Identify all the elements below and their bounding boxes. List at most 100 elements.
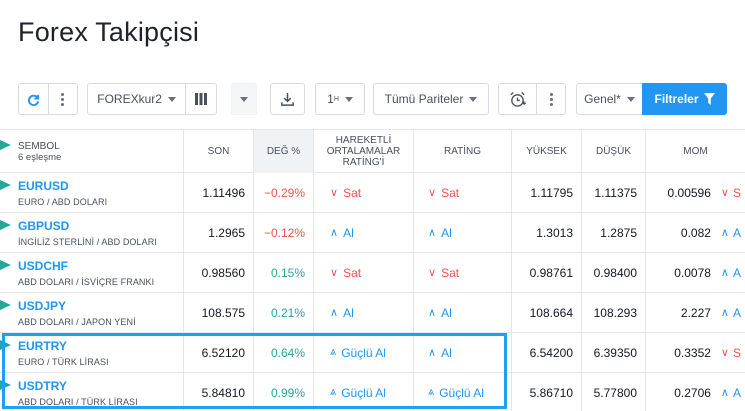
header-rating[interactable]: RATİNG: [413, 130, 511, 173]
header-low[interactable]: DÜŞÜK: [581, 130, 645, 173]
symbol-link[interactable]: USDTRY: [18, 379, 67, 393]
ma-rating: ⩓ Güçlü Al: [313, 333, 413, 372]
low-price: 5.77800: [581, 373, 645, 411]
momentum-signal: S: [732, 345, 741, 360]
chevron-down-icon: [344, 96, 353, 102]
chevron-down-icon: ∨: [720, 347, 729, 359]
chevron-up-icon: ∧: [720, 227, 729, 239]
download-icon: [281, 92, 294, 106]
list-dropdown[interactable]: FOREXkur2: [88, 84, 185, 114]
chevron-down-icon: [240, 96, 248, 102]
momentum-value: 2.227: [680, 305, 711, 320]
preset-dropdown[interactable]: Genel*: [576, 83, 643, 115]
pair-filter-dropdown[interactable]: Tümü Pariteler: [373, 83, 489, 115]
list-selector: FOREXkur2: [87, 83, 217, 115]
symbol-description: İNGİLİZ STERLİNİ / ABD DOLARI: [18, 237, 157, 247]
filters-label: Filtreler: [654, 92, 699, 106]
table-row[interactable]: EURTRY EURO / TÜRK LİRASI 6.52120 0.64% ⩓ Güç…: [0, 333, 745, 373]
symbol-description: EURO / TÜRK LİRASI: [18, 357, 109, 367]
momentum: 0.00596 ∨ S: [645, 173, 745, 212]
momentum: 0.0078 ∧ A: [645, 253, 745, 292]
chevron-up-icon: ∧: [428, 227, 437, 239]
low-price: 1.2875: [581, 213, 645, 252]
low-price: 6.39350: [581, 333, 645, 372]
symbol-description: ABD DOLARI / İSVİÇRE FRANKI: [18, 277, 155, 287]
momentum-signal: S: [732, 185, 741, 200]
symbol-description: ABD DOLARI / TÜRK LİRASI: [18, 397, 138, 407]
chevron-down-icon: ∨: [428, 187, 437, 199]
rating: ∧ Al: [413, 213, 511, 252]
momentum-signal: A: [732, 305, 741, 320]
filter-funnel-icon: [703, 93, 715, 105]
change-percent: 0.64%: [253, 333, 313, 372]
header-mom[interactable]: MOM: [645, 130, 745, 173]
table-row[interactable]: USDJPY ABD DOLARI / JAPON YENİ 108.575 0.21…: [0, 293, 745, 333]
chevron-up-icon: ∧: [720, 307, 729, 319]
columns-icon[interactable]: [186, 84, 216, 114]
momentum: 0.2706 ∧ A: [645, 373, 745, 411]
low-price: 1.11375: [581, 173, 645, 212]
rating: ∧ Al: [413, 293, 511, 332]
rating-label: Sat: [441, 265, 460, 280]
symbol-link[interactable]: EURTRY: [18, 339, 67, 353]
header-ma-rating-line1: HAREKETLİ: [335, 135, 392, 146]
momentum-signal: A: [732, 265, 741, 280]
header-symbol-label: SEMBOL: [18, 141, 60, 152]
low-price: 0.98400: [581, 253, 645, 292]
header-last[interactable]: SON: [183, 130, 253, 173]
header-ma-rating[interactable]: HAREKETLİ ORTALAMALAR RATİNG'İ: [313, 130, 413, 173]
rating: ∨ Sat: [413, 173, 511, 212]
symbol-link[interactable]: USDJPY: [18, 299, 66, 313]
symbol-description: ABD DOLARI / JAPON YENİ: [18, 317, 136, 327]
filters-button[interactable]: Filtreler: [642, 83, 727, 115]
momentum-value: 0.082: [680, 225, 711, 240]
columns-dropdown[interactable]: [231, 83, 257, 115]
symbol-link[interactable]: USDCHF: [18, 259, 68, 273]
ma-rating-label: Güçlü Al: [341, 345, 386, 360]
ma-rating: ∨ Sat: [313, 173, 413, 212]
rating: ∨ Sat: [413, 253, 511, 292]
interval-value: 1: [327, 92, 334, 106]
refresh-menu-group: [18, 83, 78, 115]
last-price: 1.11496: [183, 173, 253, 212]
change-percent: −0.12%: [253, 213, 313, 252]
ma-rating: ∧ Al: [313, 213, 413, 252]
chevron-down-icon: ∨: [330, 267, 339, 279]
momentum: 0.082 ∧ A: [645, 213, 745, 252]
change-percent: 0.99%: [253, 373, 313, 411]
high-price: 1.3013: [511, 213, 581, 252]
last-price: 1.2965: [183, 213, 253, 252]
table-row[interactable]: USDTRY ABD DOLARI / TÜRK LİRASI 5.84810 0.9…: [0, 373, 745, 411]
flag-icon: [0, 260, 11, 270]
more-menu-icon[interactable]: [49, 84, 78, 114]
header-high[interactable]: YÜKSEK: [511, 130, 581, 173]
chevron-down-icon: [626, 96, 635, 102]
alarm-clock-icon[interactable]: [499, 84, 536, 114]
table-row[interactable]: GBPUSD İNGİLİZ STERLİNİ / ABD DOLARI 1.296…: [0, 213, 745, 253]
rating-label: Güçlü Al: [439, 385, 484, 400]
high-price: 5.86710: [511, 373, 581, 411]
symbol-link[interactable]: EURUSD: [18, 179, 69, 193]
momentum: 2.227 ∧ A: [645, 293, 745, 332]
interval-unit: H: [333, 95, 339, 103]
list-name: FOREXkur2: [97, 92, 162, 106]
refresh-icon[interactable]: [19, 84, 48, 114]
ma-rating: ⩓ Güçlü Al: [313, 373, 413, 411]
export-button[interactable]: [270, 83, 305, 115]
table-row[interactable]: EURUSD EURO / ABD DOLARI 1.11496 −0.29% ∨ Sat…: [0, 173, 745, 213]
low-price: 108.293: [581, 293, 645, 332]
rating-label: Al: [441, 225, 452, 240]
momentum: 0.3352 ∨ S: [645, 333, 745, 372]
symbol-description: EURO / ABD DOLARI: [18, 197, 108, 207]
chevron-up-icon: ∧: [428, 307, 437, 319]
header-change[interactable]: DEĞ %: [253, 130, 313, 173]
interval-dropdown[interactable]: 1H: [315, 83, 365, 115]
header-symbol[interactable]: SEMBOL 6 eşleşme: [18, 141, 61, 163]
table-row[interactable]: USDCHF ABD DOLARI / İSVİÇRE FRANKI 0.98560…: [0, 253, 745, 293]
symbol-link[interactable]: GBPUSD: [18, 219, 69, 233]
ma-rating-label: Al: [343, 225, 354, 240]
flag-icon: [0, 220, 11, 230]
more-menu-icon[interactable]: [537, 84, 565, 114]
ma-rating-label: Sat: [343, 185, 362, 200]
momentum-value: 0.3352: [674, 345, 711, 360]
